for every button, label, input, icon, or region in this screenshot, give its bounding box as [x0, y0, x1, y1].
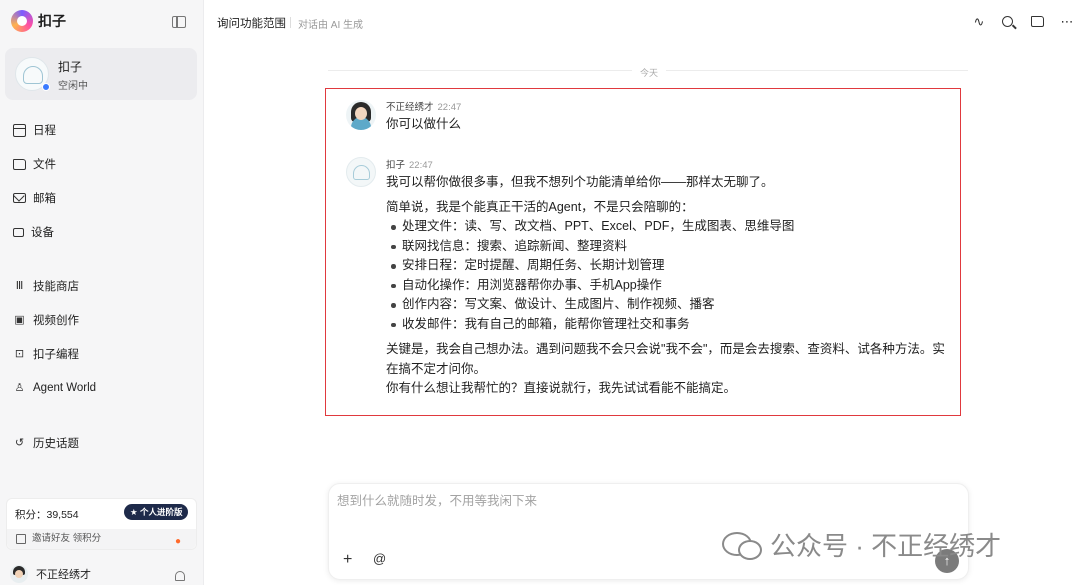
- list-item: 收发邮件：我有自己的邮箱，能帮你管理社交和事务: [386, 315, 956, 335]
- skills-icon: Ⅲ: [15, 279, 24, 292]
- chat-header: 询问功能范围 对话由 AI 生成 ∿ ⋯: [204, 0, 1080, 44]
- more-icon[interactable]: ⋯: [1060, 15, 1074, 29]
- list-item: 安排日程：定时提醒、周期任务、长期计划管理: [386, 256, 956, 276]
- mention-button[interactable]: @: [373, 551, 386, 566]
- user-name: 不正经绣才: [36, 569, 91, 581]
- brand[interactable]: 扣子: [11, 10, 66, 32]
- folder-icon[interactable]: [1031, 16, 1044, 27]
- person-icon: ♙: [14, 381, 25, 394]
- sender-name: 不正经绣才: [386, 102, 434, 113]
- agent-card[interactable]: 扣子 空闲中: [5, 48, 197, 100]
- sidebar-item-schedule[interactable]: 日程: [13, 121, 56, 139]
- user-profile[interactable]: 不正经绣才: [10, 565, 91, 583]
- capability-list: 处理文件：读、写、改文档、PPT、Excel、PDF，生成图表、思维导图 联网找…: [386, 217, 956, 334]
- calendar-icon: [13, 123, 26, 137]
- agent-avatar: [15, 57, 50, 91]
- add-attachment-button[interactable]: +: [343, 551, 352, 569]
- bell-icon[interactable]: [175, 571, 185, 581]
- device-icon: [13, 227, 24, 237]
- sidebar-item-label: 扣子编程: [33, 349, 79, 361]
- code-icon: ⊡: [14, 347, 25, 360]
- agent-ghost-icon: [353, 165, 370, 180]
- agent-ghost-icon: [23, 66, 43, 84]
- points-balance: 积分：39,554: [15, 509, 79, 521]
- list-item: 自动化操作：用浏览器帮你办事、手机App操作: [386, 276, 956, 296]
- message-time: 22:47: [437, 102, 462, 113]
- sender-name: 扣子: [386, 160, 406, 171]
- watermark-text: 公众号 · 不正经绣才: [770, 531, 1002, 561]
- activity-icon[interactable]: ∿: [972, 15, 986, 29]
- bot-closing: 你有什么想让我帮忙的？直接说就行，我先试试看能不能搞定。: [386, 381, 737, 395]
- message-time: 22:47: [409, 160, 433, 171]
- brand-name: 扣子: [38, 13, 66, 29]
- search-icon[interactable]: [1002, 16, 1013, 27]
- bot-message-avatar: [346, 157, 376, 187]
- points-card: 积分：39,554 ★ 个人进阶版 邀请好友 领积分 ●: [6, 498, 197, 550]
- agent-name: 扣子: [58, 60, 83, 74]
- invite-label: 邀请好友 领积分: [32, 533, 102, 544]
- agent-status: 空闲中: [58, 81, 88, 92]
- sidebar-collapse-icon[interactable]: [172, 16, 186, 28]
- sidebar-item-label: 历史话题: [33, 438, 79, 450]
- list-item: 处理文件：读、写、改文档、PPT、Excel、PDF，生成图表、思维导图: [386, 217, 956, 237]
- sidebar-item-skill-store[interactable]: Ⅲ 技能商店: [13, 277, 79, 295]
- bot-lead: 简单说，我是个能真正干活的Agent，不是只会陪聊的：: [386, 199, 694, 214]
- ai-generated-note: 对话由 AI 生成: [289, 16, 363, 31]
- wechat-logo-icon: [722, 530, 762, 560]
- gift-icon: [16, 534, 26, 544]
- bot-intro: 我可以帮你做很多事，但我不想列个功能清单给你——那样太无聊了。: [386, 175, 774, 189]
- bot-key-point: 关键是，我会自己想办法。遇到问题我不会只会说"我不会"，而是会去搜索、查资料、试…: [386, 342, 945, 376]
- mail-icon: [13, 193, 26, 203]
- sidebar-item-history[interactable]: ↺ 历史话题: [13, 434, 79, 452]
- sidebar-item-label: Agent World: [33, 382, 97, 394]
- sidebar-item-label: 文件: [33, 159, 56, 171]
- sidebar-item-devices[interactable]: 设备: [13, 223, 54, 241]
- sidebar-item-label: 视频创作: [33, 315, 79, 327]
- invite-friends-link[interactable]: 邀请好友 领积分 ●: [7, 529, 196, 549]
- history-icon: ↺: [14, 436, 25, 449]
- status-dot: [42, 83, 50, 91]
- sidebar-item-label: 设备: [31, 227, 54, 239]
- bot-message-body: 我可以帮你做很多事，但我不想列个功能清单给你——那样太无聊了。 简单说，我是个能…: [386, 173, 956, 399]
- video-icon: ▣: [14, 313, 25, 326]
- sidebar-item-video[interactable]: ▣ 视频创作: [13, 311, 79, 329]
- user-message-avatar: [346, 100, 376, 130]
- bot-message-meta: 扣子 22:47: [386, 157, 433, 171]
- sidebar-item-agent-world[interactable]: ♙ Agent World: [13, 379, 97, 397]
- sidebar-item-label: 技能商店: [33, 281, 79, 293]
- message-input[interactable]: [337, 494, 937, 508]
- list-item: 联网找信息：搜索、追踪新闻、整理资料: [386, 237, 956, 257]
- brand-logo-icon: [11, 10, 33, 32]
- list-item: 创作内容：写文案、做设计、生成图片、制作视频、播客: [386, 295, 956, 315]
- date-label: 今天: [632, 66, 667, 79]
- fire-icon: ●: [175, 536, 182, 547]
- user-message-text: 你可以做什么: [386, 117, 462, 131]
- watermark: 公众号 · 不正经绣才: [722, 526, 1001, 563]
- page-title: 询问功能范围: [217, 18, 286, 30]
- sidebar-item-label: 邮箱: [33, 193, 56, 205]
- sidebar-item-coding[interactable]: ⊡ 扣子编程: [13, 345, 79, 363]
- sidebar-item-mail[interactable]: 邮箱: [13, 189, 56, 207]
- plan-badge[interactable]: ★ 个人进阶版: [124, 504, 189, 520]
- user-message-meta: 不正经绣才 22:47: [386, 99, 461, 113]
- sidebar-item-label: 日程: [33, 125, 56, 137]
- sidebar-item-files[interactable]: 文件: [13, 155, 56, 173]
- avatar: [10, 565, 28, 583]
- folder-icon: [13, 158, 26, 170]
- sidebar: 扣子 扣子 空闲中 日程 文件 邮箱 设备 Ⅲ 技能商店 ▣ 视频创作 ⊡ 扣子…: [0, 0, 204, 585]
